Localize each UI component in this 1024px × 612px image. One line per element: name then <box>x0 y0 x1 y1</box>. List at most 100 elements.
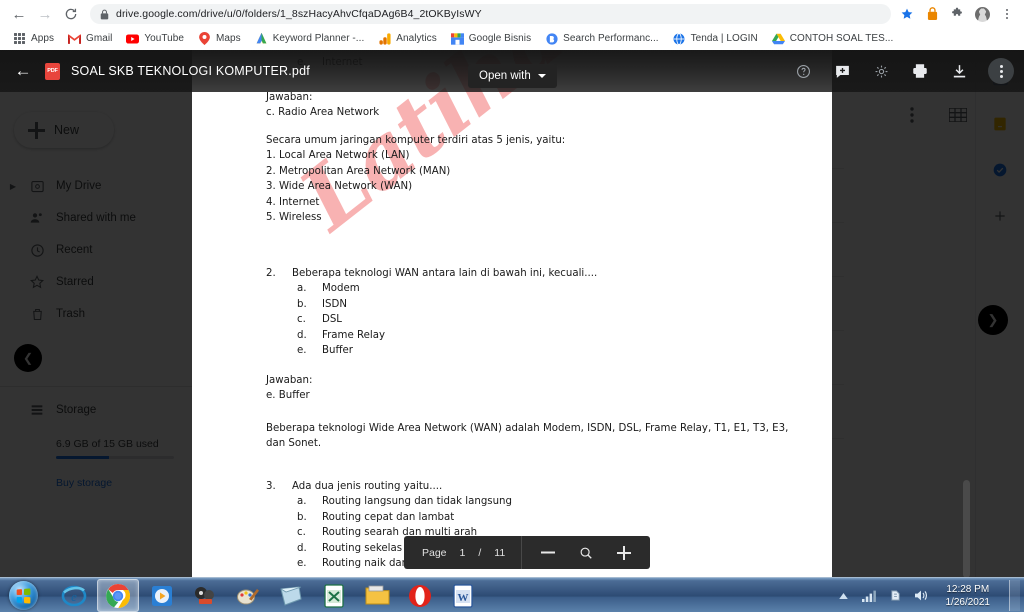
option-text: Buffer <box>322 345 353 356</box>
zoom-in-button[interactable] <box>616 545 632 561</box>
bookmark-gmail[interactable]: Gmail <box>61 30 119 47</box>
bookmark-google-bisnis[interactable]: Google Bisnis <box>444 30 538 47</box>
volume-icon[interactable] <box>914 588 929 603</box>
paint-icon[interactable] <box>228 580 268 611</box>
question-text: Beberapa teknologi WAN antara lain di ba… <box>292 267 598 279</box>
settings-gear-icon[interactable] <box>871 61 891 81</box>
three-dot-menu-icon[interactable] <box>999 6 1015 22</box>
internet-explorer-icon[interactable]: e <box>54 580 94 611</box>
youtube-icon <box>126 32 140 45</box>
bookmark-keyword-planner[interactable]: Keyword Planner -... <box>248 30 372 47</box>
doc-line: 2. Metropolitan Area Network (MAN) <box>266 165 451 177</box>
file-title: SOAL SKB TEKNOLOGI KOMPUTER.pdf <box>71 64 310 78</box>
bookmark-label: Apps <box>31 33 54 44</box>
doc-line: Beberapa teknologi Wide Area Network (WA… <box>266 422 789 434</box>
windows-start-orb-icon[interactable] <box>2 579 44 612</box>
taskbar-clock[interactable]: 12:28 PM 1/26/2021 <box>940 583 997 609</box>
option-letter: e. <box>297 345 307 356</box>
address-bar[interactable]: drive.google.com/drive/u/0/folders/1_8sz… <box>90 4 891 24</box>
option-row: a. Routing langsung dan tidak langsung <box>192 494 832 510</box>
option-letter: a. <box>297 496 307 507</box>
google-ads-icon <box>255 32 268 45</box>
chevron-down-icon <box>537 74 546 78</box>
show-desktop-button[interactable] <box>1009 580 1020 611</box>
browser-chrome: ← → drive.google.com/drive/u/0/folders/1… <box>0 0 1024 50</box>
bookmark-search-performance[interactable]: Search Performanc... <box>538 30 665 47</box>
option-letter: d. <box>297 329 307 341</box>
help-question-icon[interactable] <box>793 61 813 81</box>
page-label: Page <box>422 546 447 559</box>
back-arrow-icon[interactable]: ← <box>6 1 32 27</box>
option-row: a. Modem <box>192 281 832 297</box>
file-explorer-icon[interactable] <box>357 580 397 611</box>
option-text: ISDN <box>322 298 347 310</box>
doc-line: Secara umum jaringan komputer terdiri at… <box>266 134 566 146</box>
doc-line: 3. Wide Area Network (WAN) <box>266 181 413 192</box>
gmail-icon <box>68 32 81 45</box>
action-center-icon[interactable] <box>888 588 903 603</box>
question-number: 2. <box>266 267 276 279</box>
bookmark-youtube[interactable]: YouTube <box>119 30 191 47</box>
network-signal-icon[interactable] <box>862 588 877 603</box>
option-text: Routing cepat dan lambat <box>322 511 455 523</box>
clock-time: 12:28 PM <box>946 583 990 595</box>
doc-line: c. Radio Area Network <box>266 107 380 118</box>
word-icon[interactable]: W <box>443 580 483 611</box>
back-arrow-icon[interactable]: ← <box>12 60 34 82</box>
option-row: c. DSL <box>192 312 832 328</box>
clock-date: 1/26/2021 <box>945 596 991 608</box>
page-current[interactable]: 1 <box>460 547 466 559</box>
doc-line: 1. Local Area Network (LAN) <box>266 150 410 161</box>
download-icon[interactable] <box>949 61 969 81</box>
print-icon[interactable] <box>910 61 930 81</box>
puzzle-extensions-icon[interactable] <box>949 6 965 22</box>
question-row: 3. Ada dua jenis routing yaitu.... <box>192 479 832 495</box>
reload-icon[interactable] <box>58 1 84 27</box>
option-letter: c. <box>297 527 306 538</box>
bookmark-star-icon[interactable] <box>899 6 915 22</box>
analytics-icon <box>378 32 391 45</box>
tenda-globe-icon <box>673 32 686 45</box>
show-hidden-icons-icon[interactable] <box>836 588 851 603</box>
bookmark-label: Google Bisnis <box>468 33 532 44</box>
media-player-icon[interactable] <box>142 580 182 611</box>
lock-icon <box>100 9 109 20</box>
drive-triangle-icon <box>771 32 785 45</box>
movie-maker-icon[interactable] <box>185 580 225 611</box>
excel-icon[interactable] <box>314 580 354 611</box>
bookmark-maps[interactable]: Maps <box>191 30 248 47</box>
apps-grid-icon <box>13 32 26 45</box>
bookmark-tenda-login[interactable]: Tenda | LOGIN <box>666 30 765 47</box>
option-letter: d. <box>297 542 307 554</box>
svg-text:e: e <box>71 589 77 604</box>
zoom-fit-button[interactable] <box>578 545 594 561</box>
option-letter: a. <box>297 283 307 294</box>
option-text: Frame Relay <box>322 329 385 341</box>
google-chrome-icon[interactable] <box>97 579 139 612</box>
google-business-icon <box>450 32 464 45</box>
more-options-button[interactable] <box>988 58 1014 84</box>
extension-orange-icon[interactable] <box>924 6 940 22</box>
sticky-notes-icon[interactable] <box>271 580 311 611</box>
windows-taskbar: e W 12:28 PM 1/26/2021 <box>0 577 1024 612</box>
profile-avatar-icon[interactable] <box>974 6 990 22</box>
bookmark-contoh-soal[interactable]: CONTOH SOAL TES... <box>765 30 901 47</box>
maps-pin-icon <box>198 32 211 45</box>
open-with-button[interactable]: Open with <box>468 64 557 88</box>
bookmark-label: YouTube <box>144 33 185 44</box>
bookmark-apps[interactable]: Apps <box>6 30 61 47</box>
zoom-out-button[interactable] <box>540 545 556 561</box>
bookmark-label: Keyword Planner -... <box>272 33 365 44</box>
bookmark-analytics[interactable]: Analytics <box>371 30 443 47</box>
opera-icon[interactable] <box>400 580 440 611</box>
bookmark-label: CONTOH SOAL TES... <box>789 33 894 44</box>
bookmark-label: Tenda | LOGIN <box>690 33 758 44</box>
question-number: 3. <box>266 480 276 492</box>
bookmark-label: Search Performanc... <box>563 33 659 44</box>
pdf-scrollbar[interactable] <box>963 480 970 578</box>
search-console-icon <box>545 32 558 45</box>
svg-text:W: W <box>458 592 469 604</box>
forward-arrow-icon[interactable]: → <box>32 1 58 27</box>
add-comment-icon[interactable] <box>832 61 852 81</box>
pdf-page-canvas[interactable]: LatihanSoal.com e. Internet Jawaban: c. … <box>192 50 832 577</box>
